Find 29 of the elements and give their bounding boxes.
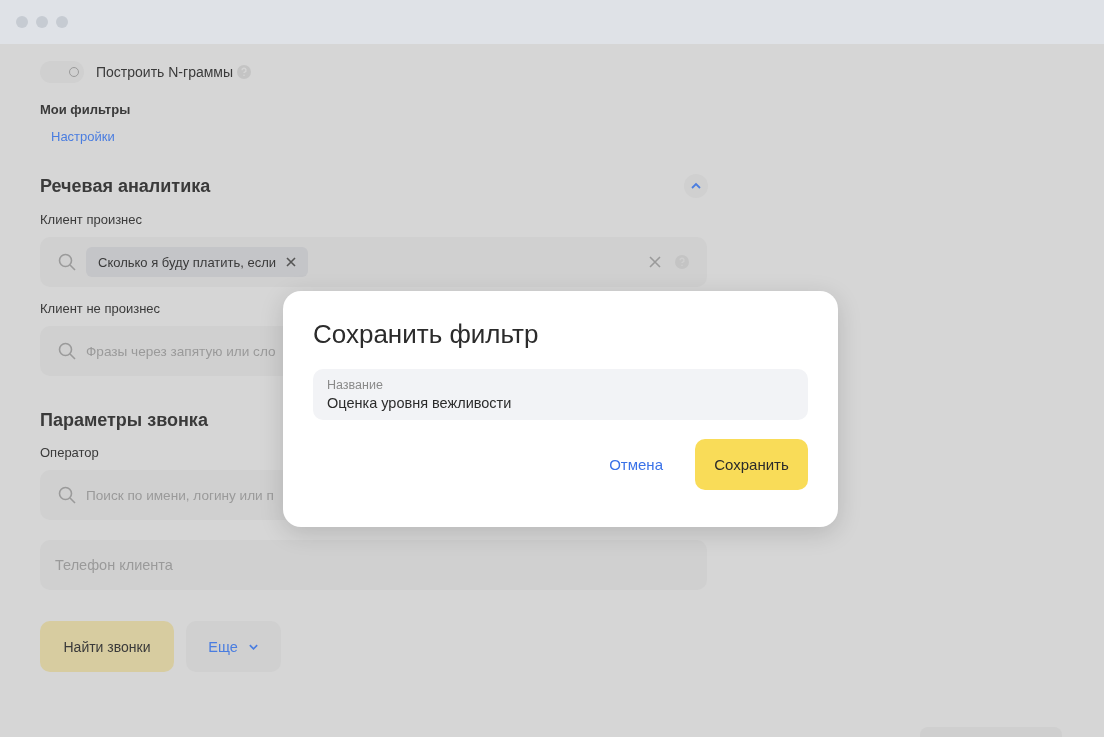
field-label: Оператор — [40, 445, 99, 460]
window-control[interactable] — [56, 16, 68, 28]
find-calls-button[interactable]: Найти звонки — [40, 621, 174, 672]
window-control[interactable] — [16, 16, 28, 28]
clear-icon[interactable] — [649, 256, 661, 268]
section-title: Параметры звонка — [40, 410, 208, 431]
chip-text: Сколько я буду платить, если — [98, 254, 277, 270]
collapse-button[interactable] — [684, 174, 708, 198]
cancel-button[interactable]: Отмена — [599, 450, 673, 479]
field-label: Название — [327, 378, 383, 392]
section-title: Речевая аналитика — [40, 175, 211, 197]
chevron-down-icon — [247, 642, 259, 651]
search-icon — [58, 486, 76, 504]
phrase-chip[interactable]: Сколько я буду платить, если — [86, 247, 309, 277]
toggle-switch[interactable] — [40, 61, 84, 83]
save-button[interactable]: Сохранить — [695, 439, 808, 490]
section-label: Мои фильтры — [40, 102, 131, 117]
field-value: Оценка уровня вежливости — [327, 395, 512, 411]
field-label: Клиент не произнес — [40, 301, 161, 316]
chevron-up-icon — [690, 182, 702, 190]
window-control[interactable] — [36, 16, 48, 28]
remove-icon[interactable] — [286, 257, 297, 267]
field-label: Клиент произнес — [40, 212, 143, 227]
name-field[interactable]: Название Оценка уровня вежливости — [313, 369, 808, 420]
toggle-label: Построить N-граммы — [96, 64, 233, 80]
search-field[interactable]: Сколько я буду платить, если — [40, 237, 707, 287]
dialog-title: Сохранить фильтр — [313, 319, 540, 350]
search-icon — [58, 253, 76, 271]
search-icon — [58, 342, 76, 360]
